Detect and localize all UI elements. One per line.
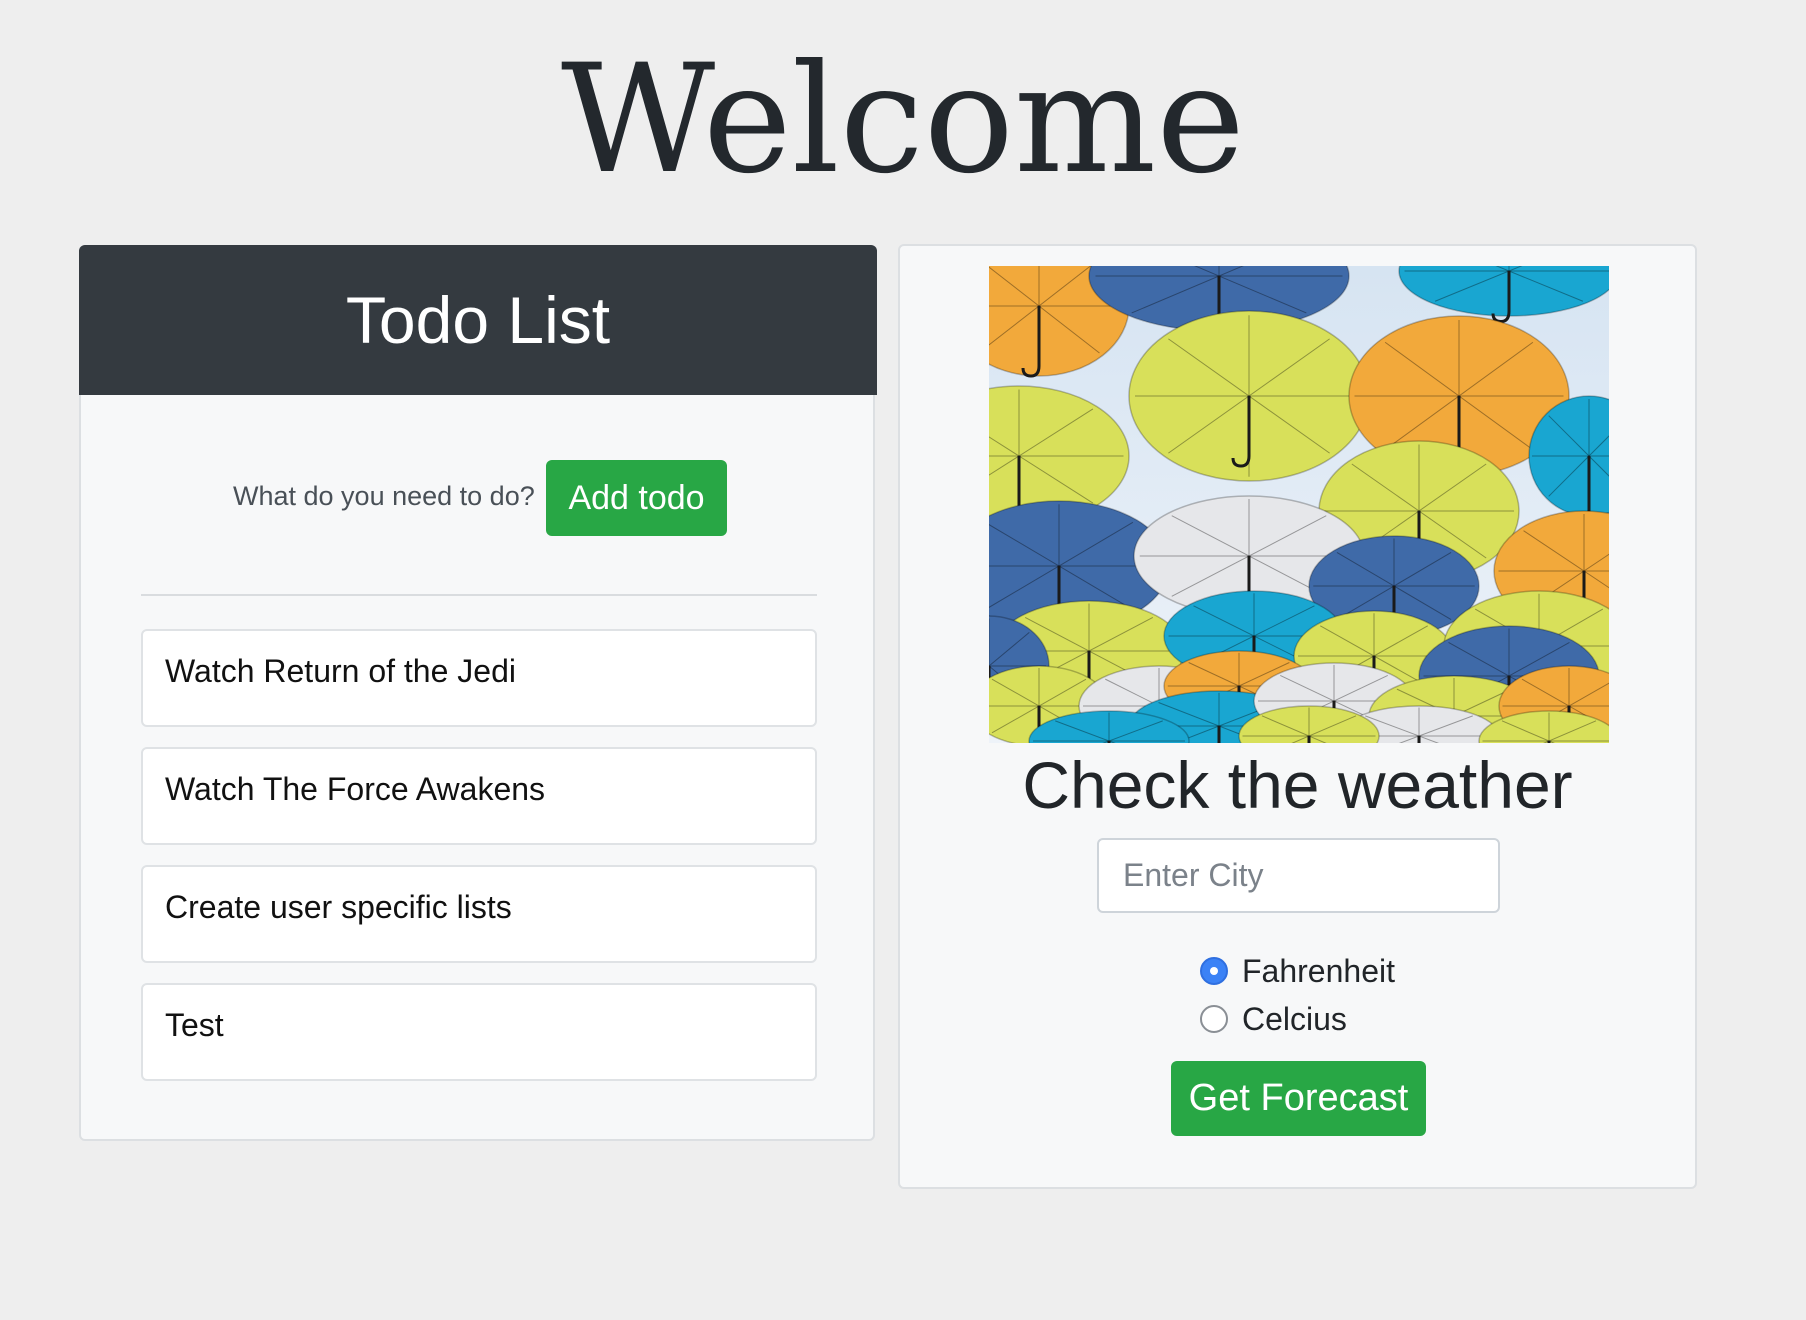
fahrenheit-label: Fahrenheit [1242, 952, 1395, 989]
todo-item[interactable]: Watch The Force Awakens [141, 747, 817, 845]
fahrenheit-option[interactable]: Fahrenheit [1200, 951, 1395, 991]
weather-card: Check the weather Fahrenheit Celcius Get… [898, 244, 1697, 1189]
todo-list: Watch Return of the Jedi Watch The Force… [141, 629, 817, 1101]
todo-item[interactable]: Test [141, 983, 817, 1081]
city-input[interactable] [1097, 838, 1500, 913]
weather-title: Check the weather [1022, 748, 1573, 822]
page-title: Welcome [560, 33, 1245, 207]
celcius-radio[interactable] [1200, 1005, 1228, 1033]
todo-divider [141, 594, 817, 596]
celcius-option[interactable]: Celcius [1200, 999, 1347, 1039]
celcius-label: Celcius [1242, 1000, 1347, 1037]
umbrellas-image [989, 266, 1609, 743]
todo-item[interactable]: Create user specific lists [141, 865, 817, 963]
todo-header: Todo List [79, 245, 877, 395]
todo-prompt-label: What do you need to do? [233, 481, 535, 511]
add-todo-button[interactable]: Add todo [546, 460, 727, 536]
get-forecast-button[interactable]: Get Forecast [1171, 1061, 1426, 1136]
todo-card: Todo List What do you need to do? Add to… [79, 245, 877, 1141]
fahrenheit-radio[interactable] [1200, 957, 1228, 985]
todo-item[interactable]: Watch Return of the Jedi [141, 629, 817, 727]
